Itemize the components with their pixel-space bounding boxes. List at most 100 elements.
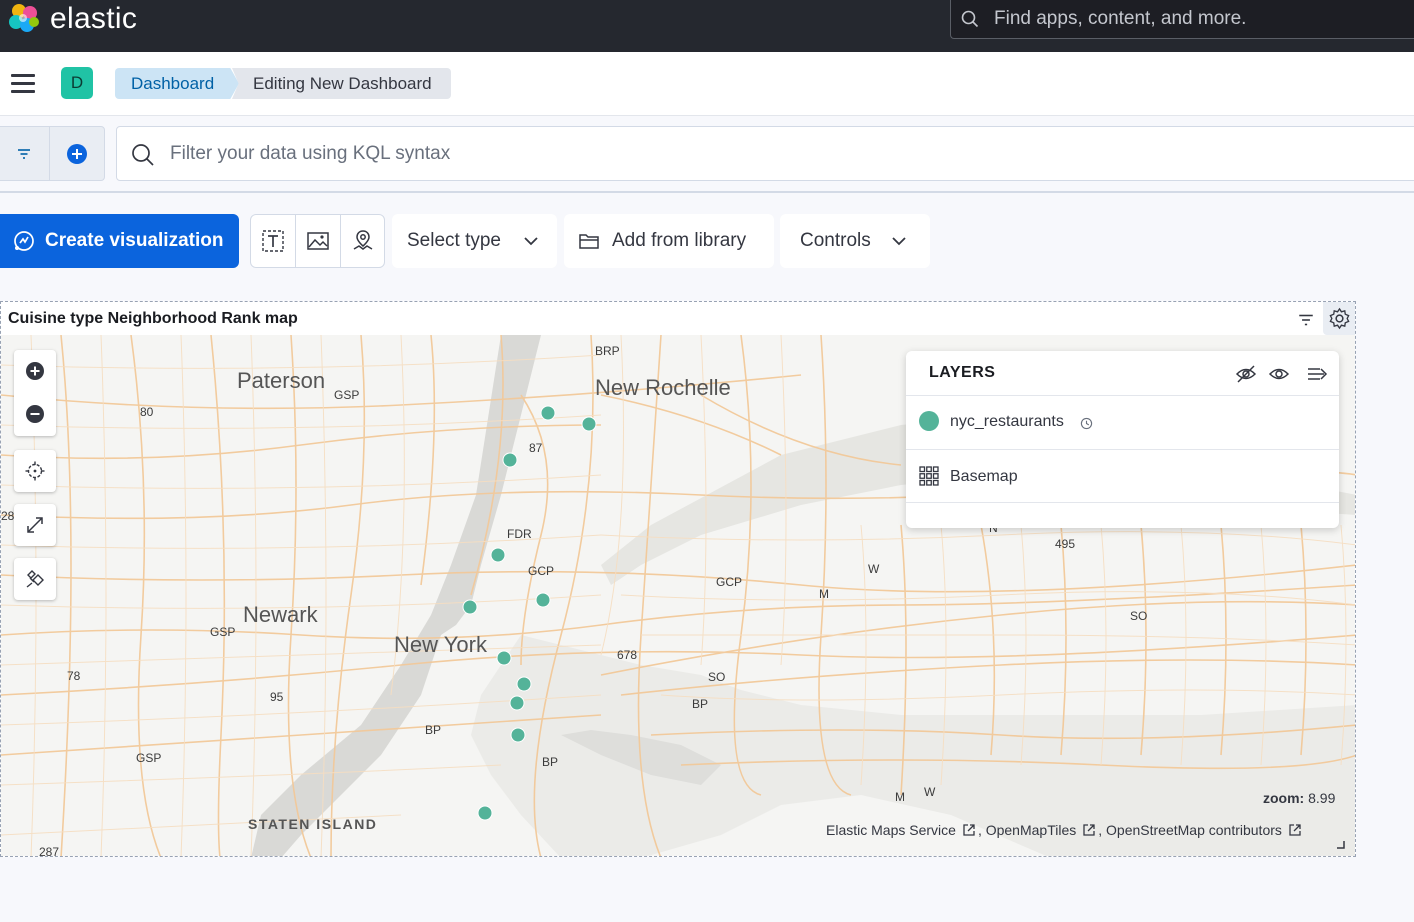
attribution-link[interactable]: OpenStreetMap contributors: [1106, 822, 1282, 838]
create-visualization-button[interactable]: Create visualization: [0, 214, 239, 268]
road-label: 495: [1055, 537, 1076, 551]
chevron-down-icon: [892, 237, 906, 246]
road-label: 287: [39, 845, 60, 857]
breadcrumb-editing: Editing New Dashboard: [232, 68, 451, 99]
gear-icon: [1329, 307, 1350, 330]
road-label: BP: [542, 755, 559, 769]
resize-handle-icon[interactable]: [1334, 838, 1346, 850]
road-label: W: [924, 785, 936, 799]
external-link-icon: [1083, 824, 1095, 836]
chevron-down-icon: [524, 237, 538, 246]
zoom-controls: [14, 350, 56, 436]
map-point: [510, 727, 526, 743]
add-from-library-button[interactable]: Add from library: [564, 214, 774, 268]
divider: [906, 502, 1339, 503]
road-label: GSP: [334, 388, 360, 402]
select-type-button[interactable]: Select type: [392, 214, 557, 268]
map-point: [581, 416, 597, 432]
road-label: FDR: [507, 527, 532, 541]
zoom-out-button[interactable]: [14, 393, 56, 436]
breadcrumb-bar: D Dashboard Editing New Dashboard: [0, 52, 1414, 116]
kql-search-input[interactable]: Filter your data using KQL syntax: [116, 126, 1414, 181]
expand-icon: [27, 517, 43, 533]
create-visualization-label: Create visualization: [45, 230, 224, 251]
search-icon: [132, 144, 154, 166]
road-label: SO: [708, 670, 726, 684]
road-label: 678: [617, 648, 638, 662]
controls-button[interactable]: Controls: [780, 214, 930, 268]
layers-title: LAYERS: [929, 364, 996, 381]
space-avatar[interactable]: D: [61, 67, 93, 99]
layer-control-panel: LAYERS nyc_restaurants Basemap: [906, 351, 1339, 528]
map-canvas[interactable]: Paterson New Rochelle Newark New York ST…: [1, 335, 1355, 857]
filter-menu-button[interactable]: [0, 127, 50, 180]
breadcrumb-dashboard[interactable]: Dashboard: [115, 68, 239, 99]
zoom-label: zoom:: [1263, 790, 1305, 806]
road-label: BP: [692, 697, 709, 711]
fullscreen-button[interactable]: [14, 504, 56, 546]
eye-closed-icon[interactable]: [1235, 363, 1257, 385]
road-label: 95: [270, 690, 284, 704]
add-image-button[interactable]: [296, 215, 341, 267]
add-map-button[interactable]: [341, 215, 386, 267]
layer-row-basemap[interactable]: Basemap: [906, 450, 1339, 502]
road-label: 87: [529, 441, 543, 455]
city-label: Newark: [243, 602, 318, 627]
map-point: [490, 547, 506, 563]
visualize-icon: [14, 231, 34, 251]
filter-controls: [0, 126, 105, 181]
road-label: 28: [1, 509, 15, 523]
search-icon: [961, 10, 979, 28]
layer-row-nyc-restaurants[interactable]: nyc_restaurants: [906, 395, 1339, 447]
brand-name[interactable]: elastic: [50, 2, 137, 36]
plus-circle-icon: [26, 362, 44, 380]
elastic-logo-icon[interactable]: [7, 2, 41, 36]
search-placeholder: Find apps, content, and more.: [994, 8, 1247, 29]
zoom-in-button[interactable]: [14, 350, 56, 393]
road-label: GSP: [210, 625, 236, 639]
controls-label: Controls: [800, 230, 871, 251]
add-text-button[interactable]: [251, 215, 296, 267]
circle-point-icon: [919, 411, 939, 431]
filter-icon[interactable]: [1297, 311, 1315, 329]
external-link-icon: [963, 824, 975, 836]
road-label: M: [819, 587, 829, 601]
road-label: GCP: [716, 575, 743, 589]
set-view-button[interactable]: [14, 450, 56, 492]
attribution-link[interactable]: OpenMapTiles: [986, 822, 1077, 838]
image-icon: [307, 232, 329, 250]
map-point: [462, 599, 478, 615]
eye-icon[interactable]: [1268, 363, 1290, 385]
city-label: New York: [394, 632, 487, 657]
folder-icon: [579, 234, 599, 249]
map-point: [516, 676, 532, 692]
panel-options-button[interactable]: [1323, 302, 1355, 335]
map-point: [509, 695, 525, 711]
collapse-icon[interactable]: [1306, 363, 1328, 385]
map-point: [496, 650, 512, 666]
kql-placeholder: Filter your data using KQL syntax: [170, 143, 451, 164]
menu-toggle-icon[interactable]: [11, 74, 35, 94]
text-icon: [262, 230, 284, 252]
city-label: STATEN ISLAND: [248, 816, 378, 832]
map-point: [540, 405, 556, 421]
city-label: Paterson: [237, 368, 326, 393]
map-point: [535, 592, 551, 608]
layer-name: nyc_restaurants: [950, 413, 1064, 430]
select-type-label: Select type: [407, 230, 501, 251]
draw-tools-icon: [26, 570, 44, 588]
zoom-readout: zoom: 8.99: [1263, 790, 1335, 806]
global-search-input[interactable]: Find apps, content, and more.: [950, 0, 1414, 39]
add-from-library-label: Add from library: [612, 230, 747, 251]
road-label: M: [895, 790, 905, 804]
attribution-link[interactable]: Elastic Maps Service: [826, 822, 956, 838]
query-bar: Filter your data using KQL syntax: [0, 126, 1414, 182]
grid-icon: [919, 466, 939, 486]
layer-name: Basemap: [950, 468, 1018, 485]
filter-icon: [18, 149, 30, 159]
road-label: GCP: [528, 564, 555, 578]
external-link-icon: [1289, 824, 1301, 836]
add-filter-button[interactable]: [50, 127, 104, 180]
draw-tools-button[interactable]: [14, 558, 56, 600]
road-label: BRP: [595, 344, 620, 358]
